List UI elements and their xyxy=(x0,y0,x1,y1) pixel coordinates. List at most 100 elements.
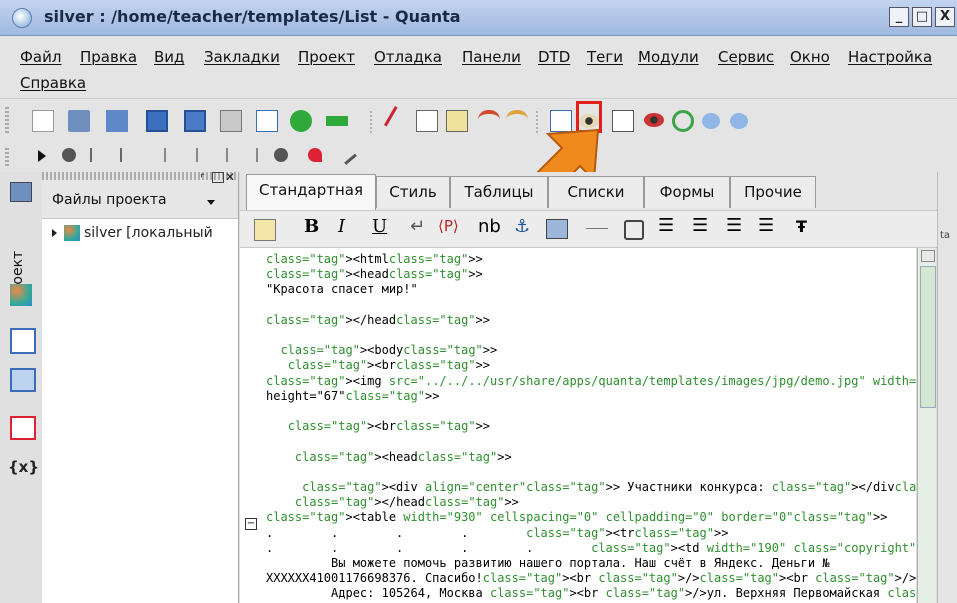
menu-panels[interactable]: Панели xyxy=(462,48,521,66)
remove-icon[interactable] xyxy=(326,116,348,126)
panel-float-icon[interactable]: ⌜ xyxy=(200,172,205,185)
watch-icon[interactable] xyxy=(308,148,322,162)
menu-help[interactable]: Справка xyxy=(20,74,86,92)
align-right-icon[interactable]: ☰ xyxy=(726,215,742,236)
documentation-icon[interactable] xyxy=(10,368,36,392)
save-as-icon[interactable] xyxy=(184,110,206,132)
menu-view[interactable]: Вид xyxy=(154,48,184,66)
align-left-icon[interactable]: ☰ xyxy=(658,215,674,236)
cut-icon[interactable] xyxy=(383,105,415,137)
brush-icon[interactable] xyxy=(337,145,357,165)
preview-icon[interactable] xyxy=(256,110,278,132)
quick-start-icon[interactable] xyxy=(254,219,276,241)
code-line[interactable]: class="tag"><headclass="tag">> xyxy=(266,267,483,281)
code-line[interactable]: class="tag"></headclass="tag">> xyxy=(266,313,490,327)
new-file-icon[interactable] xyxy=(32,110,54,132)
code-line[interactable]: . . . . . class="tag"><td width="190" cl… xyxy=(266,541,916,555)
code-line[interactable]: "Красота спасет мир!" xyxy=(266,282,418,296)
breakpoint-icon[interactable] xyxy=(90,148,106,162)
menu-window[interactable]: Окно xyxy=(790,48,830,66)
stop-icon[interactable] xyxy=(274,148,288,162)
step-over-icon[interactable] xyxy=(184,148,198,162)
code-line[interactable]: class="tag"></headclass="tag">> xyxy=(266,495,519,509)
run-icon[interactable] xyxy=(38,150,46,162)
tree-expand-icon[interactable] xyxy=(52,229,57,237)
code-line[interactable]: class="tag"><table width="930" cellspaci… xyxy=(266,510,887,524)
menu-settings[interactable]: Настройка xyxy=(848,48,932,66)
menu-edit[interactable]: Правка xyxy=(80,48,137,66)
menu-service[interactable]: Сервис xyxy=(718,48,774,66)
maximize-button[interactable]: □ xyxy=(912,7,932,27)
italic-button[interactable]: I xyxy=(338,216,345,237)
menu-dtd[interactable]: DTD xyxy=(538,48,570,66)
open-recent-icon[interactable] xyxy=(106,110,128,132)
code-line[interactable]: class="tag"><htmlclass="tag">> xyxy=(266,252,483,266)
step-icon[interactable] xyxy=(120,148,136,162)
tab-lists[interactable]: Списки xyxy=(548,176,644,208)
toolbar-grip[interactable] xyxy=(5,148,9,166)
code-line[interactable]: Адрес: 105264, Москва class="tag"><br cl… xyxy=(266,586,916,600)
linebreak-icon[interactable]: ↵ xyxy=(410,216,425,237)
code-line[interactable]: class="tag"><headclass="tag">> xyxy=(266,450,512,464)
split-view-icon[interactable] xyxy=(612,110,634,132)
font-icon[interactable]: Ŧ xyxy=(796,217,807,236)
print-icon[interactable] xyxy=(220,110,242,132)
dropdown-arrow-icon[interactable] xyxy=(207,200,215,205)
copy-icon[interactable] xyxy=(416,110,438,132)
preview-eye-icon[interactable] xyxy=(644,113,664,127)
menu-bookmarks[interactable]: Закладки xyxy=(204,48,280,66)
run-to-cursor-icon[interactable] xyxy=(244,148,258,162)
code-line[interactable]: class="tag"><img src="../../../usr/share… xyxy=(266,374,916,388)
scrollbar-thumb[interactable] xyxy=(920,266,936,408)
computer-icon[interactable] xyxy=(10,182,32,202)
menu-project[interactable]: Проект xyxy=(298,48,355,66)
panel-grip[interactable] xyxy=(42,172,238,180)
code-line[interactable]: XXXXXX41001176698376. Спасибо!class="tag… xyxy=(266,571,916,585)
structure-icon[interactable] xyxy=(10,328,36,354)
step-into-icon[interactable] xyxy=(152,148,166,162)
code-editor[interactable]: class="tag"><htmlclass="tag">> class="tag… xyxy=(262,248,916,603)
fold-marker-icon[interactable]: − xyxy=(245,518,257,530)
tab-standard[interactable]: Стандартная xyxy=(246,174,376,210)
align-center-icon[interactable]: ☰ xyxy=(692,215,708,236)
code-line[interactable]: class="tag"><brclass="tag">> xyxy=(266,419,490,433)
code-line[interactable]: class="tag"><div align="center"class="ta… xyxy=(266,480,916,494)
right-tab-label[interactable]: ta xyxy=(940,230,950,241)
tab-forms[interactable]: Формы xyxy=(644,176,730,208)
scroll-up-arrow-icon[interactable] xyxy=(921,250,935,262)
forward-icon[interactable] xyxy=(730,113,748,129)
variables-icon[interactable]: {x} xyxy=(8,458,39,476)
vertical-scrollbar[interactable] xyxy=(917,248,936,603)
image-icon[interactable] xyxy=(546,219,568,239)
minimize-button[interactable]: _ xyxy=(889,7,909,27)
tree-item-silver[interactable]: silver [локальный xyxy=(48,224,238,244)
project-files-dropdown[interactable]: Файлы проекта xyxy=(52,192,167,208)
open-file-icon[interactable] xyxy=(68,110,90,132)
anchor-icon[interactable]: ⚓ xyxy=(514,216,530,237)
menu-tags[interactable]: Теги xyxy=(587,48,623,66)
tab-other[interactable]: Прочие xyxy=(730,176,816,208)
tab-tables[interactable]: Таблицы xyxy=(450,176,548,208)
undo-icon[interactable] xyxy=(478,110,500,132)
toolbar-grip[interactable] xyxy=(5,107,9,135)
panel-close-icon[interactable]: ✕ xyxy=(225,170,235,184)
back-icon[interactable] xyxy=(702,113,720,129)
paste-icon[interactable] xyxy=(446,110,468,132)
quanta-app-icon[interactable] xyxy=(12,8,32,28)
horizontal-rule-icon[interactable] xyxy=(586,228,608,229)
menu-modules[interactable]: Модули xyxy=(638,48,699,66)
code-line[interactable]: class="tag"><brclass="tag">> xyxy=(266,358,490,372)
bold-button[interactable]: B xyxy=(304,216,319,237)
nbsp-button[interactable]: nb xyxy=(478,216,501,237)
paragraph-icon[interactable]: ⟨P⟩ xyxy=(438,217,459,235)
menu-debug[interactable]: Отладка xyxy=(374,48,442,66)
comment-icon[interactable] xyxy=(624,220,644,240)
save-icon[interactable] xyxy=(146,110,168,132)
code-line[interactable]: class="tag"><bodyclass="tag">> xyxy=(266,343,497,357)
close-button[interactable]: X xyxy=(935,7,955,27)
step-out-icon[interactable] xyxy=(214,148,228,162)
code-line[interactable]: Вы можете помочь развитию нашего портала… xyxy=(266,556,830,570)
scripts-icon[interactable] xyxy=(10,416,36,440)
tab-style[interactable]: Стиль xyxy=(376,176,450,208)
code-line[interactable]: height="67"class="tag">> xyxy=(266,389,439,403)
